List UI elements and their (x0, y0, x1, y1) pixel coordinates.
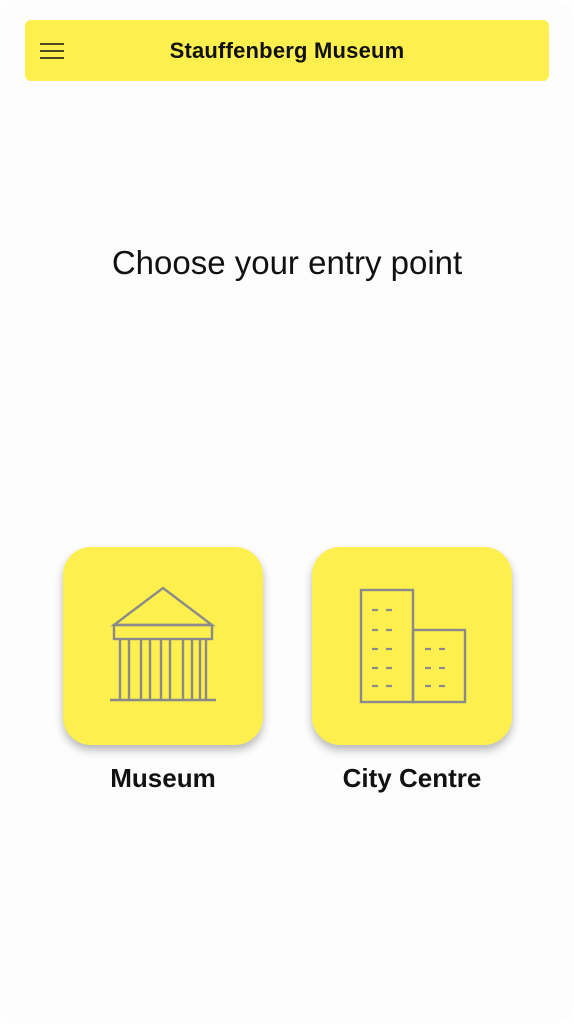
museum-building-icon (110, 586, 216, 702)
museum-tile[interactable] (63, 547, 263, 745)
app-header: Stauffenberg Museum (25, 20, 549, 81)
city-centre-label: City Centre (342, 763, 482, 793)
city-centre-tile[interactable] (312, 547, 512, 745)
museum-entry-button[interactable]: Museum (63, 547, 263, 794)
city-centre-entry-button[interactable]: City Centre (312, 547, 512, 794)
app-screen: Stauffenberg Museum Choose your entry po… (0, 0, 574, 1024)
page-heading: Choose your entry point (111, 244, 463, 281)
city-buildings-icon (359, 588, 467, 704)
museum-label: Museum (110, 763, 216, 793)
app-title: Stauffenberg Museum (169, 37, 405, 63)
hamburger-menu-icon (40, 43, 64, 59)
menu-button[interactable] (37, 37, 67, 65)
